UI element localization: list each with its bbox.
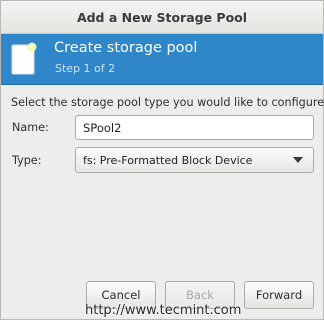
add-storage-pool-dialog: Add a New Storage Pool Create storage po… (0, 0, 324, 320)
name-label: Name: (12, 121, 49, 134)
instruction-text: Select the storage pool type you would l… (11, 96, 324, 109)
dropdown-arrow-icon (293, 157, 303, 163)
type-label: Type: (12, 154, 42, 167)
window-title: Add a New Storage Pool (76, 9, 248, 25)
forward-button[interactable]: Forward (244, 281, 314, 309)
pool-type-selected-value: fs: Pre-Formatted Block Device (83, 153, 253, 167)
storage-pool-icon (11, 42, 37, 75)
pool-type-dropdown[interactable]: fs: Pre-Formatted Block Device (75, 147, 314, 173)
wizard-step-indicator: Step 1 of 2 (55, 62, 116, 75)
window-titlebar[interactable]: Add a New Storage Pool (1, 1, 323, 34)
wizard-title: Create storage pool (54, 40, 198, 56)
watermark-text: http://www.tecmint.com (85, 303, 242, 318)
wizard-header-banner: Create storage pool Step 1 of 2 (1, 34, 323, 85)
name-input[interactable] (75, 115, 314, 140)
